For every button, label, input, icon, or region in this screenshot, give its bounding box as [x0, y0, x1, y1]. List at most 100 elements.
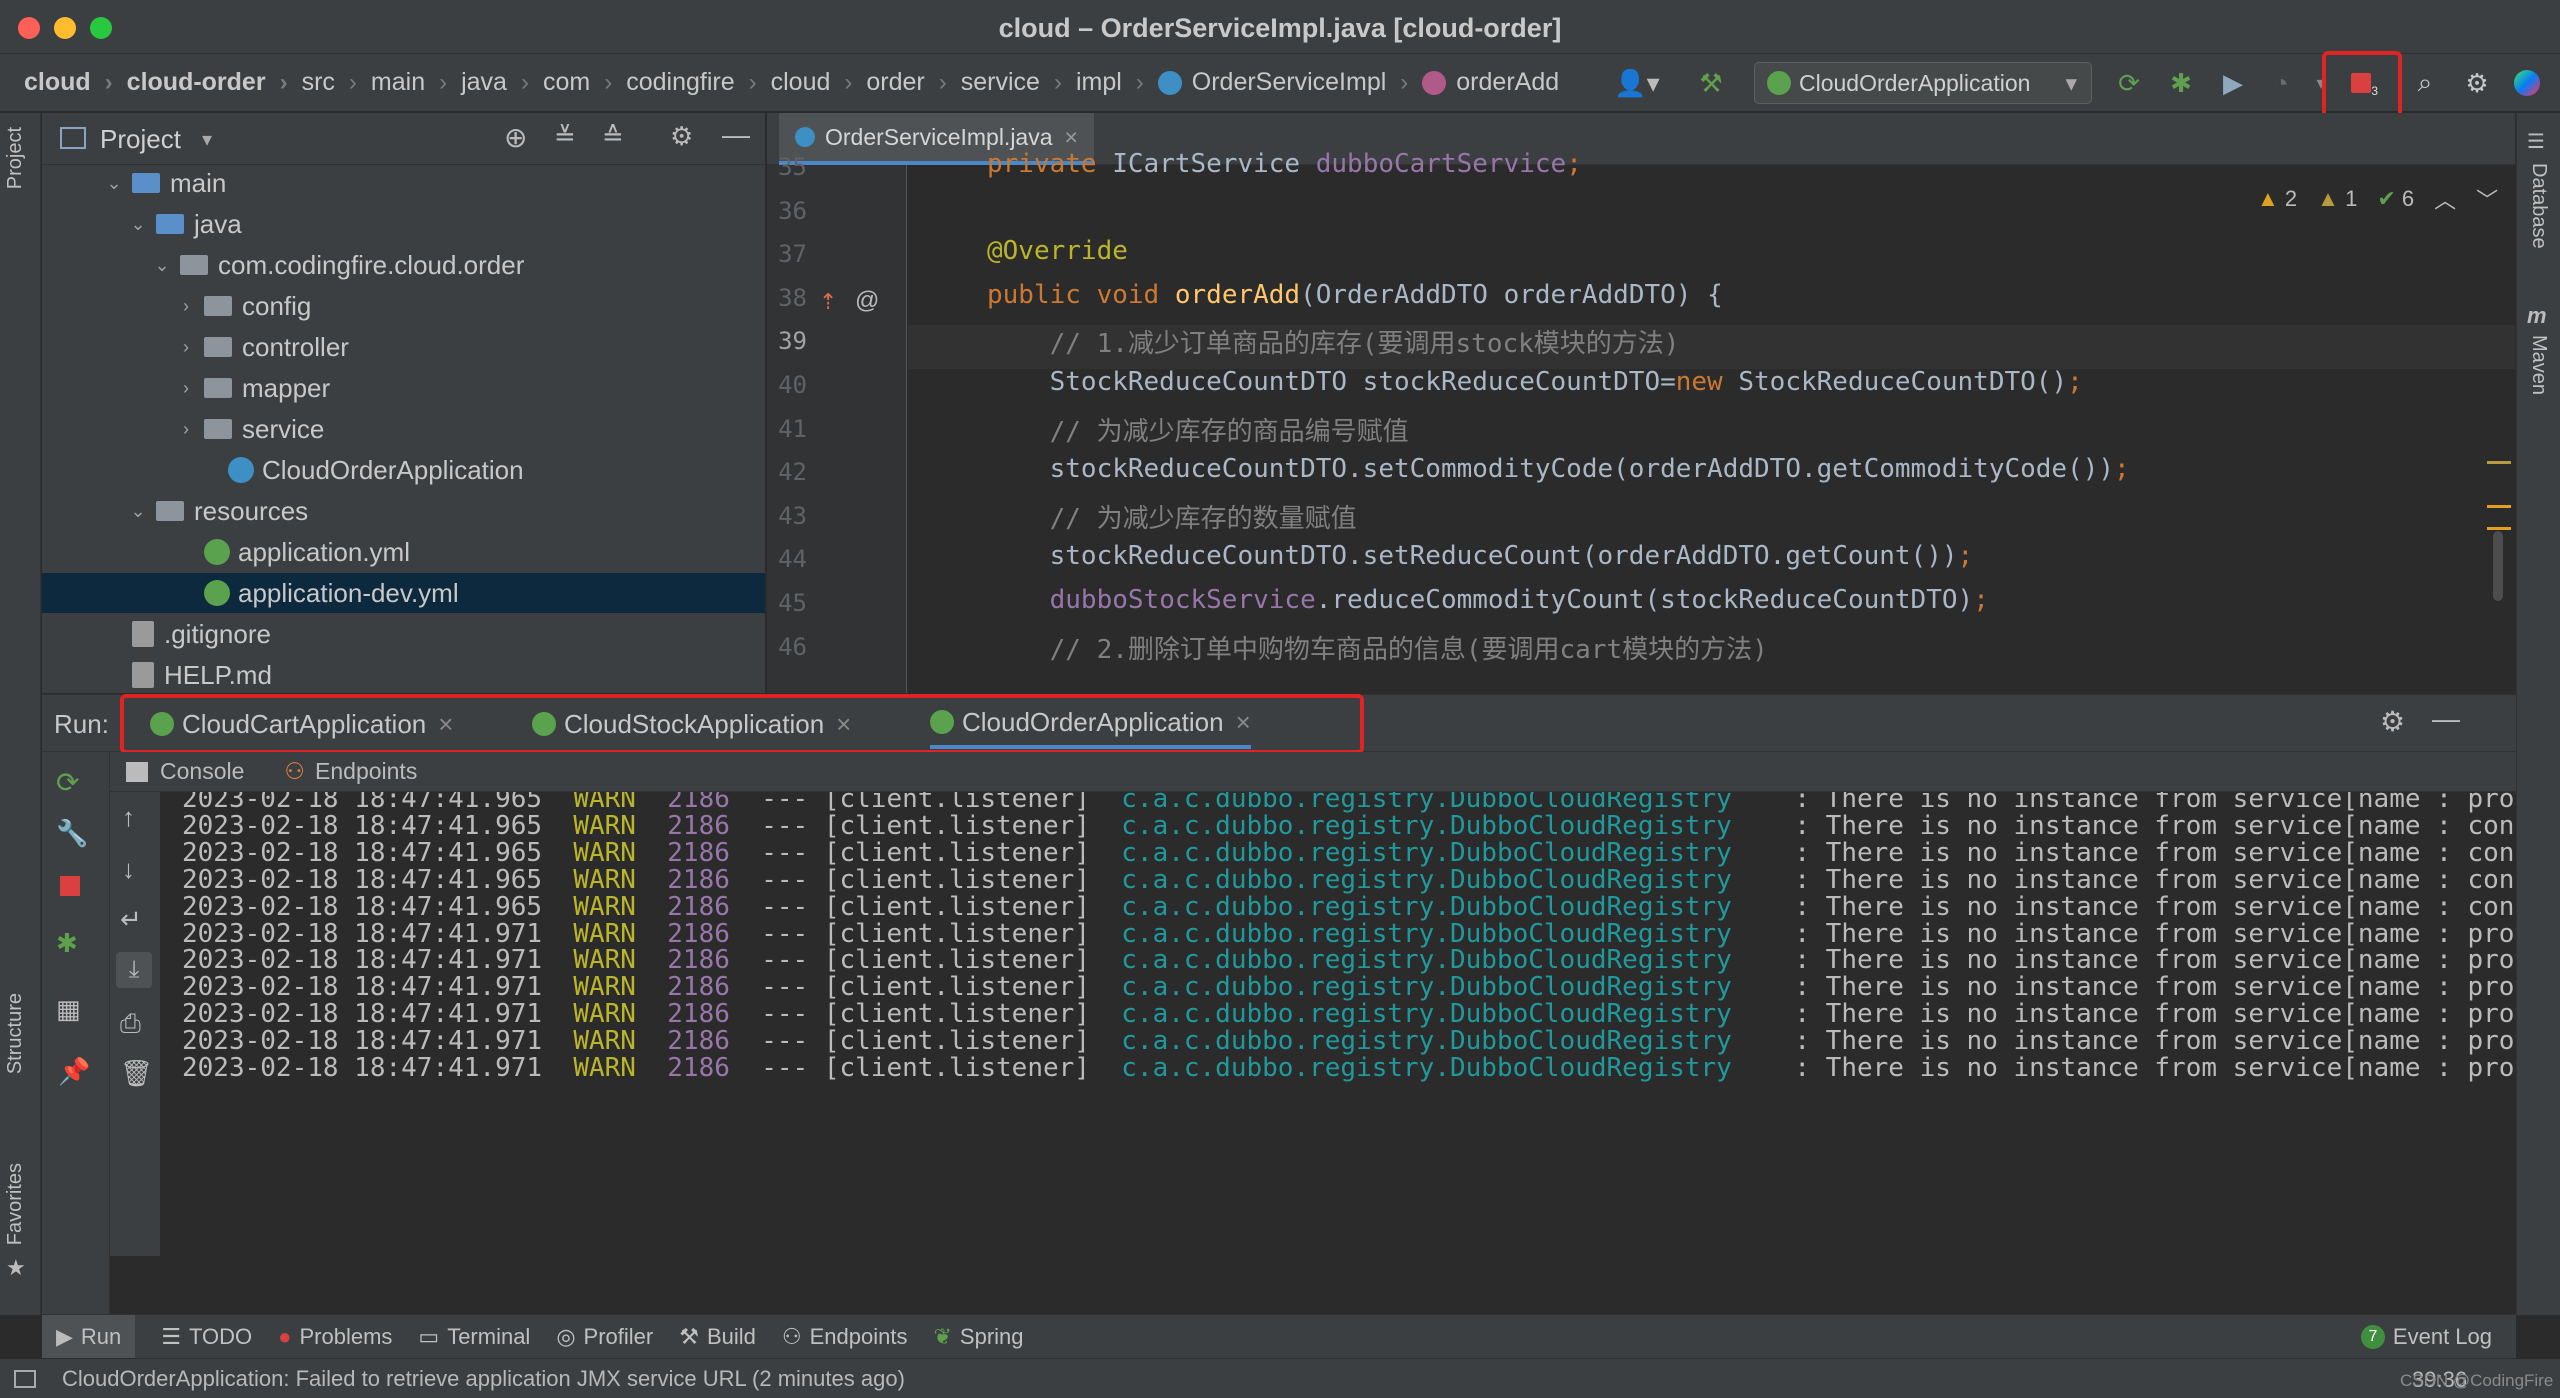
- chevron-right-icon[interactable]: ›: [176, 337, 196, 358]
- window-title: cloud – OrderServiceImpl.java [cloud-ord…: [998, 13, 1562, 43]
- tool-tab-favorites[interactable]: Favorites: [4, 1163, 27, 1245]
- trash-icon[interactable]: 🗑: [120, 1058, 153, 1089]
- project-panel-title[interactable]: Project: [100, 124, 181, 155]
- tree-item[interactable]: › service: [42, 409, 765, 449]
- rerun-icon[interactable]: ⟳: [56, 766, 79, 799]
- breadcrumb-item[interactable]: com ›: [543, 68, 626, 97]
- chevron-down-icon[interactable]: ⌄: [104, 173, 124, 194]
- pin-icon[interactable]: 📌: [58, 1056, 90, 1087]
- tree-item-label: .gitignore: [164, 618, 271, 649]
- tool-tab-structure[interactable]: Structure: [4, 993, 27, 1074]
- tool-problems[interactable]: ● Problems: [278, 1324, 392, 1350]
- layout-icon[interactable]: ▦: [56, 994, 81, 1025]
- stop-icon[interactable]: [60, 876, 80, 896]
- project-panel-header: Project ▾ ⊕ ≚ ≙ ⚙ —: [42, 113, 765, 165]
- tree-item[interactable]: HELP.md: [42, 655, 765, 693]
- chevron-right-icon[interactable]: ›: [176, 419, 196, 440]
- previous-highlight-icon[interactable]: ︿: [2434, 183, 2456, 215]
- tree-item[interactable]: › config: [42, 286, 765, 326]
- tool-tab-maven[interactable]: Maven: [2527, 335, 2550, 395]
- tree-item[interactable]: › controller: [42, 327, 765, 367]
- tool-terminal[interactable]: ▭ Terminal: [418, 1324, 530, 1350]
- tool-tab-database[interactable]: Database: [2527, 163, 2550, 249]
- tool-tab-project[interactable]: Project: [4, 127, 27, 189]
- panel-toggle-icon[interactable]: [14, 1369, 36, 1388]
- profile-icon[interactable]: ◔: [2266, 68, 2296, 98]
- jetbrains-logo-icon[interactable]: [2512, 68, 2542, 98]
- wrench-icon[interactable]: 🔧: [56, 818, 88, 849]
- chevron-right-icon[interactable]: ›: [176, 296, 196, 317]
- tool-run[interactable]: ▶ Run: [42, 1314, 136, 1359]
- arrow-down-icon[interactable]: ↓: [122, 854, 135, 885]
- debug-icon[interactable]: ✱: [2166, 68, 2196, 98]
- inspection-widget[interactable]: ▲ 2 ▲ 1 ✔ 6 ︿ ﹀: [2257, 183, 2498, 215]
- search-icon[interactable]: ⌕: [2410, 67, 2440, 98]
- expand-all-icon[interactable]: ≚: [554, 121, 576, 152]
- breadcrumb-item[interactable]: cloud ›: [24, 68, 127, 97]
- breadcrumb-item[interactable]: src ›: [302, 68, 371, 97]
- chevron-down-icon[interactable]: ⌄: [128, 214, 148, 235]
- breadcrumb-item[interactable]: main ›: [371, 68, 461, 97]
- breadcrumb-item[interactable]: orderAdd: [1422, 68, 1559, 97]
- close-tab-icon[interactable]: ×: [1065, 124, 1078, 151]
- breadcrumb-item[interactable]: java ›: [461, 68, 543, 97]
- tree-item[interactable]: application-dev.yml: [42, 573, 765, 613]
- tree-item[interactable]: ⌄ main: [42, 163, 765, 203]
- log-level: WARN: [573, 864, 636, 895]
- locate-icon[interactable]: ⊕: [504, 121, 527, 154]
- tree-item[interactable]: application.yml: [42, 532, 765, 572]
- implements-icon[interactable]: ⇡: [819, 289, 837, 315]
- run-configuration-select[interactable]: CloudOrderApplication ▾: [1754, 62, 2092, 104]
- tree-item-label: CloudOrderApplication: [262, 454, 524, 485]
- tool-build[interactable]: ⚒ Build: [679, 1324, 756, 1350]
- log-logger: c.a.c.dubbo.registry.DubboCloudRegistry: [1121, 864, 1732, 895]
- tool-endpoints[interactable]: ⚇ Endpoints: [782, 1324, 908, 1350]
- chevron-down-icon[interactable]: ⌄: [152, 255, 172, 276]
- tree-item[interactable]: ⌄ com.codingfire.cloud.order: [42, 245, 765, 285]
- log-message: : There is no instance from service[name…: [1763, 1026, 2516, 1057]
- run-subtabs: Console ⚇ Endpoints: [110, 752, 2516, 792]
- breadcrumb-item[interactable]: cloud-order ›: [127, 68, 302, 97]
- arrow-up-icon[interactable]: ↑: [122, 802, 135, 833]
- hammer-icon: ⚒: [679, 1323, 699, 1349]
- tree-item[interactable]: › mapper: [42, 368, 765, 408]
- breadcrumb-item[interactable]: order ›: [866, 68, 960, 97]
- tool-todo[interactable]: ☰ TODO: [161, 1324, 252, 1350]
- tree-item-label: mapper: [242, 372, 331, 403]
- coverage-icon[interactable]: ▶: [2218, 68, 2248, 98]
- soft-wrap-icon[interactable]: ↵: [120, 904, 142, 935]
- breadcrumb-item[interactable]: cloud ›: [771, 68, 867, 97]
- breadcrumb-item[interactable]: impl ›: [1076, 68, 1158, 97]
- tree-item[interactable]: .gitignore: [42, 614, 765, 654]
- breadcrumb-item[interactable]: service ›: [961, 68, 1076, 97]
- hide-panel-icon[interactable]: —: [2432, 703, 2460, 735]
- tree-item[interactable]: ⌄ java: [42, 204, 765, 244]
- hide-panel-icon[interactable]: —: [722, 119, 750, 151]
- status-message[interactable]: CloudOrderApplication: Failed to retriev…: [62, 1366, 905, 1392]
- rerun-icon[interactable]: ⟳: [2114, 68, 2144, 98]
- settings-gear-icon[interactable]: ⚙: [2462, 68, 2492, 98]
- editor-scrollbar[interactable]: [2485, 165, 2515, 693]
- subtab-endpoints[interactable]: ⚇ Endpoints: [284, 758, 417, 785]
- breadcrumb-separator-icon: ›: [1400, 68, 1409, 96]
- tool-spring[interactable]: ❦ Spring: [933, 1324, 1023, 1350]
- breadcrumb-item[interactable]: codingfire ›: [626, 68, 770, 97]
- debug-icon[interactable]: ✱: [56, 928, 78, 959]
- print-icon[interactable]: ⎙: [120, 1008, 141, 1040]
- tool-profiler[interactable]: ◎ Profiler: [556, 1324, 653, 1350]
- chevron-right-icon[interactable]: ›: [176, 378, 196, 399]
- breadcrumb-item[interactable]: OrderServiceImpl ›: [1157, 68, 1423, 97]
- collapse-all-icon[interactable]: ≙: [602, 121, 624, 152]
- chevron-down-icon[interactable]: ⌄: [128, 501, 148, 522]
- tool-event-log[interactable]: 7 Event Log: [2360, 1324, 2492, 1350]
- build-hammer-icon[interactable]: ⚒: [1696, 68, 1726, 98]
- gear-icon[interactable]: ⚙: [2380, 705, 2405, 738]
- scroll-to-end-icon[interactable]: ⤓: [116, 952, 152, 988]
- gear-icon[interactable]: ⚙: [670, 121, 693, 152]
- subtab-console[interactable]: Console: [126, 758, 244, 785]
- user-icon[interactable]: 👤▾: [1612, 68, 1662, 98]
- console-output[interactable]: 2023-02-18 18:47:41.965 WARN 2186 --- [c…: [162, 792, 2516, 1256]
- tree-item[interactable]: ⌄ resources: [42, 491, 765, 531]
- tree-item[interactable]: CloudOrderApplication: [42, 450, 765, 490]
- chevron-down-icon[interactable]: ▾: [202, 127, 212, 152]
